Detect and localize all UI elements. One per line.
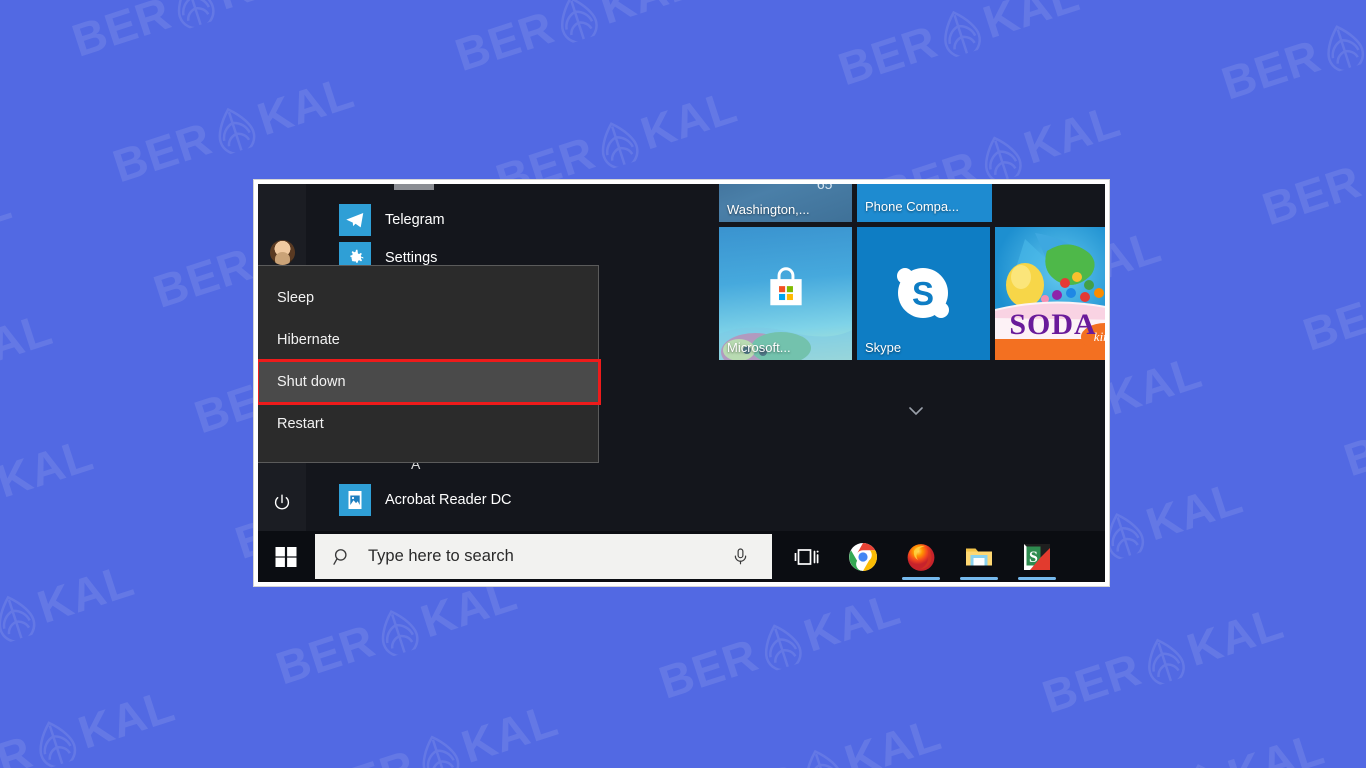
watermark-text: BERKAL <box>1215 0 1366 111</box>
power-context-menu: Sleep Hibernate Shut down Restart <box>258 265 601 463</box>
tile-candy-crush-soda[interactable]: SODA king <box>995 227 1105 360</box>
leaf-icon <box>1316 18 1366 75</box>
leaf-icon <box>795 742 849 768</box>
search-input[interactable]: Type here to search <box>315 534 772 579</box>
task-view-icon <box>794 548 819 565</box>
acrobat-reader-icon <box>339 484 371 516</box>
power-icon[interactable] <box>269 490 295 516</box>
tile-label: Microsoft... <box>727 340 791 355</box>
watermark-text: BERKAL <box>0 427 100 556</box>
leaf-icon <box>0 588 42 645</box>
svg-text:king: king <box>1094 329 1105 344</box>
search-placeholder: Type here to search <box>368 547 514 565</box>
watermark-text: BERKAL <box>310 692 564 768</box>
taskbar-app-google-chrome[interactable] <box>834 531 892 582</box>
watermark-text: BERKAL <box>1077 721 1331 768</box>
s-app-icon: S <box>1024 543 1050 570</box>
candy-crush-art: SODA king <box>995 227 1105 360</box>
search-icon <box>332 547 352 567</box>
leaf-icon <box>754 617 808 674</box>
avatar[interactable] <box>270 240 295 265</box>
leaf-icon <box>1178 756 1232 768</box>
windows-desktop: Telegram Settings A Acrobat Reader DC 65… <box>258 184 1105 582</box>
leaf-icon <box>371 602 425 659</box>
scrollbar-thumb[interactable] <box>394 184 434 190</box>
tile-label: Skype <box>865 340 902 355</box>
tile-label: Phone Compa... <box>865 199 959 214</box>
app-list-item-acrobat-reader-dc[interactable]: Acrobat Reader DC <box>306 480 512 520</box>
menu-item-hibernate[interactable]: Hibernate <box>258 319 598 361</box>
watermark-text: BERKAL <box>106 65 361 193</box>
folder-icon <box>966 548 992 565</box>
taskbar-app-s-app[interactable]: S <box>1008 531 1066 582</box>
watermark-text: BERKAL <box>832 0 1086 96</box>
app-label: Acrobat Reader DC <box>385 492 512 508</box>
leaf-icon <box>933 3 987 60</box>
leaf-icon <box>208 100 262 157</box>
watermark-text: BERKAL <box>0 553 140 682</box>
task-view-button[interactable] <box>780 531 834 582</box>
running-indicator <box>902 577 940 580</box>
app-list-item-telegram[interactable]: Telegram <box>306 200 554 240</box>
tile-label: Washington,... <box>727 202 810 217</box>
tile-weather[interactable]: 84 65° Washington,... <box>719 184 852 222</box>
telegram-icon <box>339 204 371 236</box>
watermark-text: BERKAL <box>449 0 703 82</box>
taskbar-app-file-explorer[interactable] <box>950 531 1008 582</box>
leaf-icon <box>411 728 465 768</box>
leaf-icon <box>591 114 645 171</box>
leaf-icon <box>167 0 221 31</box>
leaf-icon <box>0 462 1 519</box>
watermark-text: BERKAL <box>1036 596 1290 723</box>
watermark-text: BERKAL <box>1296 280 1366 361</box>
watermark-text: BERKAL <box>1256 108 1366 237</box>
leaf-icon <box>550 0 604 46</box>
tile-microsoft-store[interactable]: Microsoft... <box>719 227 852 360</box>
chevron-down-icon[interactable] <box>907 402 925 420</box>
taskbar: Type here to search S <box>258 531 1105 582</box>
menu-item-label: Restart <box>277 416 324 432</box>
svg-text:S: S <box>912 275 934 312</box>
watermark-text: BERKAL <box>652 582 907 709</box>
leaf-icon <box>1357 143 1366 200</box>
watermark-text: BERKAL <box>0 176 18 257</box>
weather-temp-low: 65° <box>816 184 838 192</box>
start-button[interactable] <box>258 531 314 582</box>
watermark-text: BERKAL <box>0 678 181 768</box>
taskbar-app-mozilla-firefox[interactable] <box>892 531 950 582</box>
app-label: Telegram <box>385 212 445 228</box>
start-menu: Telegram Settings A Acrobat Reader DC 65… <box>258 184 1105 531</box>
svg-text:SODA: SODA <box>1009 308 1096 341</box>
screenshot-frame: Telegram Settings A Acrobat Reader DC 65… <box>253 179 1110 587</box>
windows-logo-icon <box>275 546 297 567</box>
watermark-text: BERKAL <box>0 302 59 383</box>
menu-item-shut-down[interactable]: Shut down <box>258 359 601 405</box>
running-indicator <box>1018 577 1056 580</box>
watermark-text: BERKAL <box>693 707 947 768</box>
menu-item-label: Shut down <box>277 374 346 390</box>
leaf-icon <box>1137 631 1191 688</box>
running-indicator <box>960 577 998 580</box>
firefox-icon <box>907 543 935 571</box>
app-label: Settings <box>385 250 438 266</box>
skype-icon: S <box>897 268 949 318</box>
tile-skype[interactable]: S Skype <box>857 227 990 360</box>
microphone-icon[interactable] <box>731 547 750 566</box>
menu-item-label: Hibernate <box>277 332 340 348</box>
tiles-panel: 84 65° Washington,... Phone Compa... <box>554 184 1105 531</box>
watermark-text: BERKAL <box>1337 405 1366 487</box>
watermark-text: BERKAL <box>66 0 320 68</box>
chrome-icon <box>849 542 877 571</box>
menu-item-restart[interactable]: Restart <box>258 403 598 445</box>
leaf-icon <box>28 714 82 768</box>
tile-phone-companion[interactable]: Phone Compa... <box>857 184 992 222</box>
leaf-icon <box>974 129 1028 186</box>
menu-item-sleep[interactable]: Sleep <box>258 277 598 319</box>
menu-item-label: Sleep <box>277 290 315 306</box>
page-background: BERKALBERKALBERKALBERKALBERKALBERKALBERK… <box>0 0 1366 768</box>
